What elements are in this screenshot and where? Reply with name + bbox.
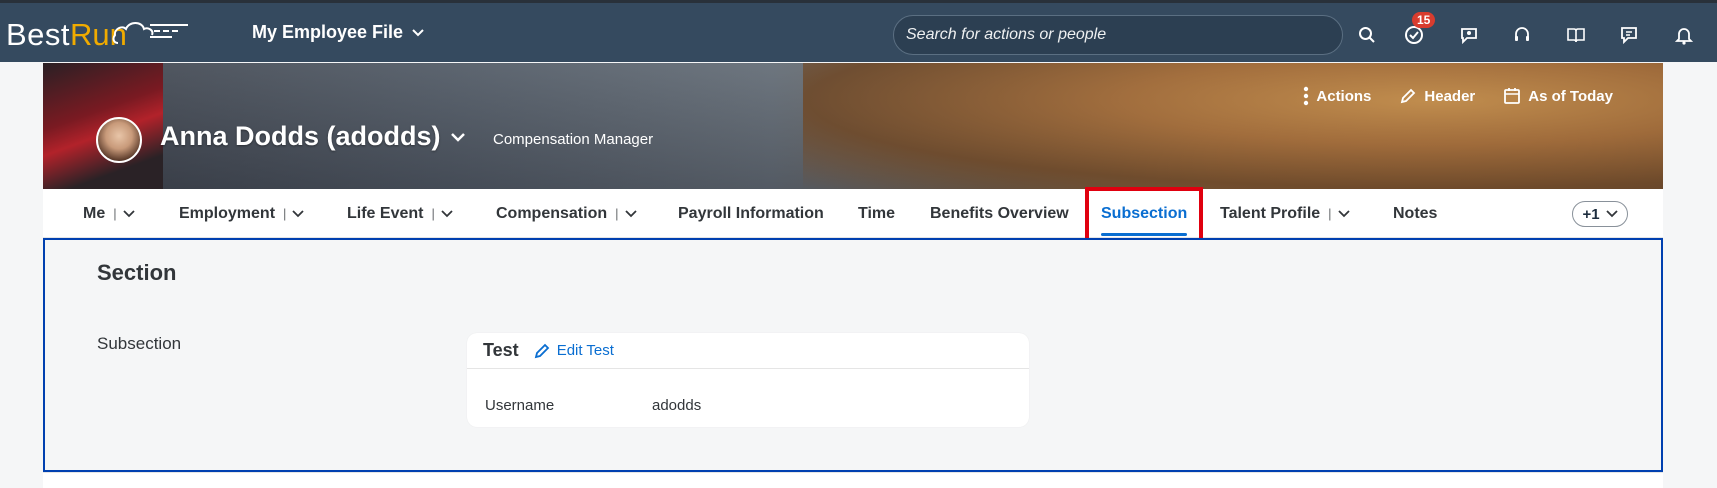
edit-test-label: Edit Test <box>556 342 614 359</box>
tab-time[interactable]: Time <box>858 189 895 238</box>
notification-badge: 15 <box>1412 12 1436 28</box>
section-tab-bar: Me | Employment | Life Event | Compensation… <box>43 189 1663 238</box>
more-tabs-label: +1 <box>1582 205 1600 223</box>
tab-label: Payroll Information <box>678 204 824 222</box>
tab-payroll-information[interactable]: Payroll Information <box>678 189 824 238</box>
employee-name: Anna Dodds (adodds) <box>160 121 441 151</box>
app-title-menu[interactable]: My Employee File <box>252 22 425 43</box>
more-vertical-icon <box>1304 86 1309 106</box>
subsection-label: Subsection <box>97 334 182 353</box>
test-card: Test Edit Test Username adodds <box>467 333 1029 427</box>
search-input[interactable] <box>906 26 1342 44</box>
chevron-down-icon <box>412 28 424 36</box>
employee-role: Compensation Manager <box>493 131 654 148</box>
card-title: Test <box>483 340 519 360</box>
tab-label: Benefits Overview <box>930 204 1069 222</box>
feedback-icon[interactable] <box>1615 21 1643 49</box>
actions-label: Actions <box>1316 87 1372 105</box>
tab-life-event[interactable]: Life Event | <box>347 189 453 238</box>
username-value: adodds <box>652 397 702 414</box>
search-icon[interactable] <box>1353 21 1381 49</box>
calendar-icon <box>1504 88 1521 104</box>
chevron-down-icon <box>624 209 637 217</box>
chevron-down-icon <box>1337 209 1350 217</box>
search-bar[interactable] <box>893 15 1343 55</box>
employee-name-menu[interactable]: Anna Dodds (adodds) <box>160 121 466 152</box>
header-button[interactable]: Header <box>1399 86 1475 106</box>
pencil-icon <box>1401 88 1416 104</box>
chevron-down-icon <box>441 209 453 217</box>
bell-icon[interactable] <box>1670 21 1698 49</box>
next-section-edge <box>43 472 1663 488</box>
tab-benefits-overview[interactable]: Benefits Overview <box>930 189 1069 238</box>
header-background-rock <box>803 63 1663 189</box>
as-of-today-button[interactable]: As of Today <box>1503 86 1613 106</box>
chevron-down-icon <box>292 209 305 217</box>
chevron-down-icon <box>1605 210 1618 218</box>
avatar[interactable] <box>96 117 142 163</box>
edit-test-button[interactable]: Edit Test <box>533 342 614 360</box>
app-title: My Employee File <box>252 22 404 42</box>
tab-label: Employment <box>179 204 276 222</box>
tab-label: Notes <box>1393 204 1438 222</box>
chevron-down-icon <box>122 209 135 217</box>
logo-cloud-icon <box>112 22 188 44</box>
tab-employment[interactable]: Employment | <box>179 189 305 238</box>
card-header: Test Edit Test <box>467 333 1029 369</box>
tab-label: Talent Profile <box>1220 204 1321 222</box>
more-tabs-button[interactable]: +1 <box>1572 201 1628 227</box>
support-icon[interactable] <box>1508 21 1536 49</box>
header-label: Header <box>1424 87 1476 105</box>
pencil-icon <box>534 343 549 358</box>
section-panel: Section Subsection Test Edit Test Userna… <box>43 238 1663 472</box>
tab-notes[interactable]: Notes <box>1393 189 1437 238</box>
tab-label: Me <box>83 204 106 222</box>
tab-compensation[interactable]: Compensation | <box>496 189 637 238</box>
todo-icon[interactable]: 15 <box>1400 12 1436 49</box>
username-label: Username <box>485 397 555 414</box>
active-tab-highlight <box>1085 187 1203 243</box>
header-actions: Actions Header As of Today <box>1303 86 1613 106</box>
tab-me[interactable]: Me | <box>83 189 135 238</box>
employee-header: Anna Dodds (adodds) Compensation Manager… <box>43 63 1663 189</box>
shell-bar: Best Run My Employee File 15 <box>0 0 1717 62</box>
chat-icon[interactable] <box>1455 21 1483 49</box>
section-title: Section <box>97 260 177 285</box>
guide-icon[interactable] <box>1562 21 1590 49</box>
as-of-today-label: As of Today <box>1528 87 1613 105</box>
logo-text-best: Best <box>6 17 71 52</box>
company-logo[interactable]: Best Run <box>6 15 188 55</box>
chevron-down-icon <box>451 132 466 142</box>
tab-label: Time <box>858 204 896 222</box>
tab-label: Life Event <box>347 204 424 222</box>
tab-talent-profile[interactable]: Talent Profile | <box>1220 189 1350 238</box>
tab-label: Compensation <box>496 204 608 222</box>
actions-button[interactable]: Actions <box>1303 86 1371 106</box>
